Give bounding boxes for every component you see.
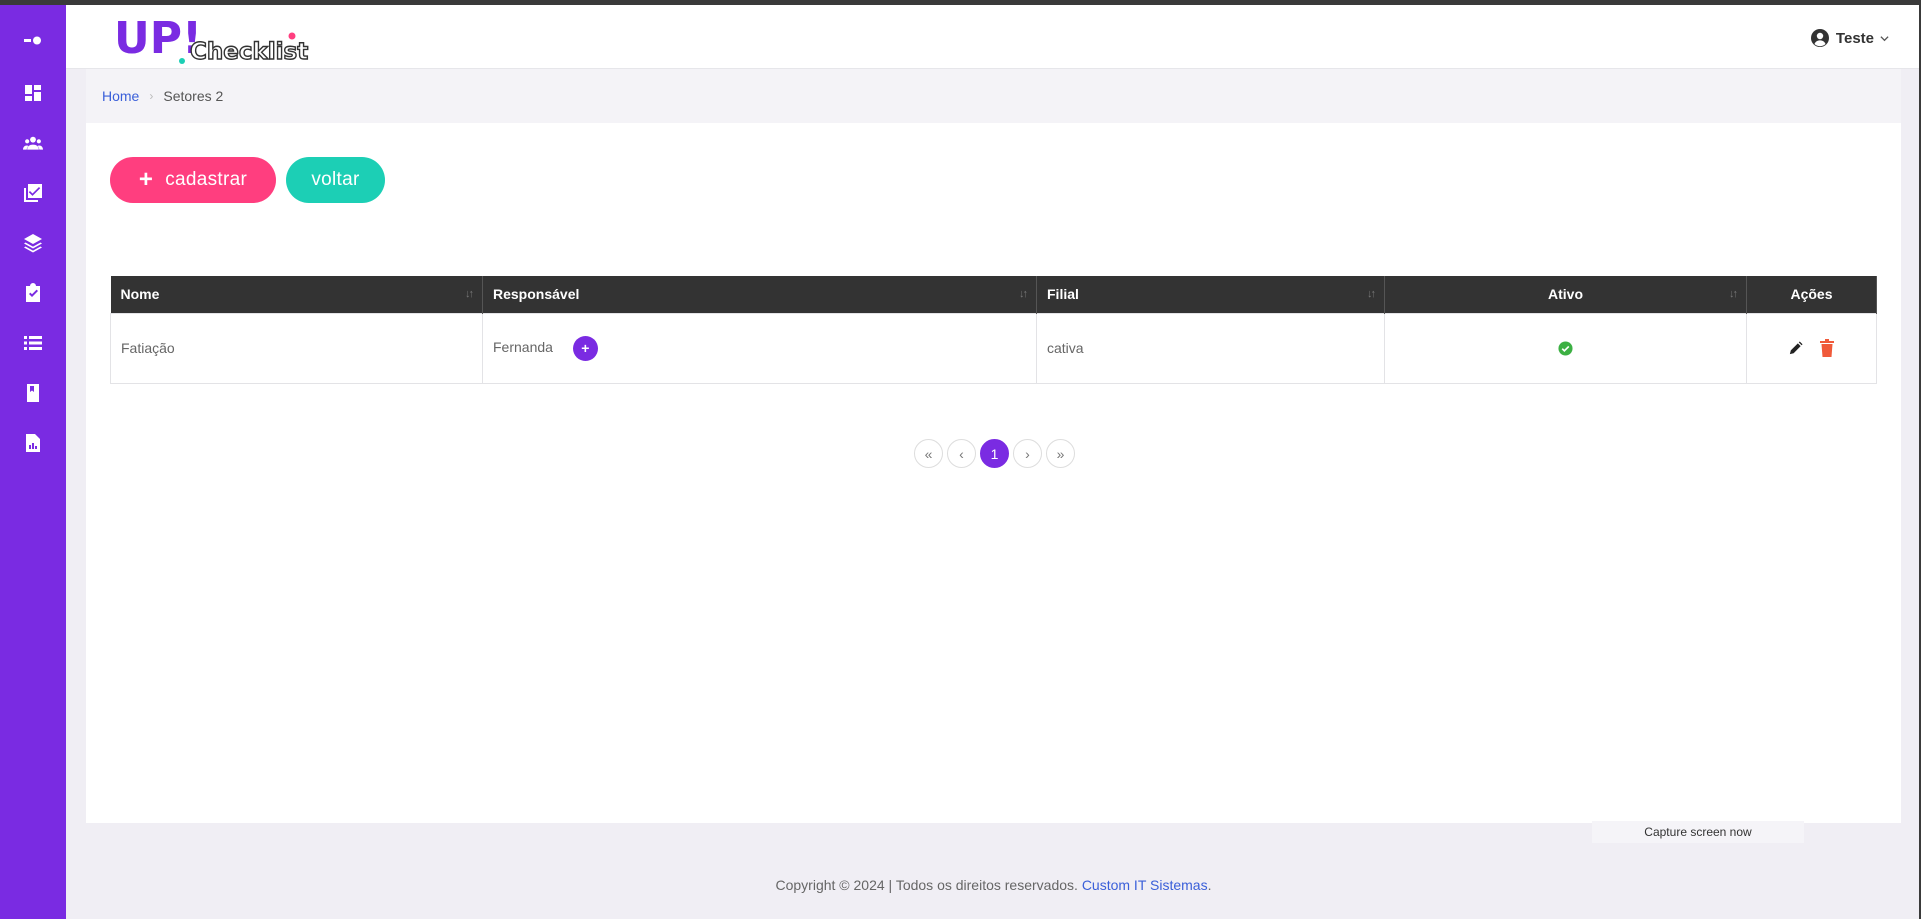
- sidebar-toggle-icon[interactable]: [20, 28, 46, 54]
- pencil-icon: [1789, 340, 1803, 354]
- book-icon[interactable]: [20, 380, 46, 406]
- page-first-button[interactable]: «: [914, 439, 943, 468]
- cell-acoes: [1746, 312, 1877, 384]
- user-menu[interactable]: Teste: [1810, 25, 1889, 51]
- voltar-label: voltar: [311, 169, 360, 190]
- content-panel: + cadastrar voltar Nome ↓↑ Responsável ↓↑ …: [86, 123, 1901, 823]
- cell-filial: cativa: [1036, 312, 1385, 384]
- column-label: Filial: [1047, 286, 1079, 303]
- user-avatar-icon: [1810, 29, 1829, 47]
- sort-icon: ↓↑: [1729, 288, 1738, 300]
- table-header-row: Nome ↓↑ Responsável ↓↑ Filial ↓↑ Ativo ↓↑ Aç…: [110, 276, 1877, 313]
- user-name: Teste: [1835, 29, 1874, 47]
- table-row: Fatiação Fernanda + cativa: [110, 312, 1877, 384]
- page-prev-button[interactable]: ‹: [947, 439, 976, 468]
- logo-dot-teal: [179, 58, 185, 64]
- footer-period: .: [1207, 877, 1212, 893]
- footer: Copyright © 2024 | Todos os direitos res…: [66, 877, 1921, 893]
- cell-nome: Fatiação: [110, 312, 483, 384]
- plus-icon: +: [138, 166, 154, 193]
- list-icon[interactable]: [20, 330, 46, 356]
- users-icon[interactable]: [20, 130, 46, 156]
- logo-subtitle: Checklist: [190, 39, 308, 65]
- column-label: Nome: [120, 286, 160, 303]
- column-header-filial[interactable]: Filial ↓↑: [1036, 276, 1385, 313]
- check-circle-icon: [1558, 341, 1573, 356]
- voltar-button[interactable]: voltar: [286, 157, 385, 203]
- logo-dot-pink: [288, 32, 296, 40]
- logo-text: UP!: [114, 13, 202, 64]
- breadcrumb-current: Setores 2: [163, 88, 224, 104]
- column-label: Ações: [1790, 286, 1833, 303]
- breadcrumb-home-link[interactable]: Home: [102, 88, 139, 104]
- trash-icon: [1820, 339, 1834, 357]
- top-header: UP! Checklist Teste: [66, 5, 1921, 69]
- edit-button[interactable]: [1788, 340, 1803, 356]
- checklist-icon[interactable]: [20, 180, 46, 206]
- footer-company-link[interactable]: Custom IT Sistemas: [1082, 877, 1208, 893]
- breadcrumb-separator-icon: ›: [149, 89, 154, 103]
- clipboard-check-icon[interactable]: [20, 280, 46, 306]
- sort-icon: ↓↑: [1019, 288, 1028, 300]
- layers-icon[interactable]: [20, 230, 46, 256]
- chevron-down-icon: [1880, 35, 1889, 41]
- capture-screen-button[interactable]: Capture screen now: [1592, 821, 1804, 843]
- page-1-button[interactable]: 1: [980, 439, 1009, 468]
- cadastrar-button[interactable]: + cadastrar: [110, 157, 276, 203]
- footer-copyright: Copyright © 2024 | Todos os direitos res…: [775, 877, 1082, 893]
- sort-icon: ↓↑: [465, 288, 474, 300]
- column-header-acoes: Ações: [1746, 276, 1877, 313]
- up-checklist-logo[interactable]: UP! Checklist: [114, 13, 354, 65]
- column-header-responsavel[interactable]: Responsável ↓↑: [482, 276, 1037, 313]
- setores-table: Nome ↓↑ Responsável ↓↑ Filial ↓↑ Ativo ↓↑ Aç…: [110, 276, 1877, 384]
- column-header-ativo[interactable]: Ativo ↓↑: [1384, 276, 1747, 313]
- cell-responsavel: Fernanda +: [482, 312, 1037, 384]
- cadastrar-label: cadastrar: [165, 169, 248, 190]
- column-header-nome[interactable]: Nome ↓↑: [110, 276, 483, 313]
- page-last-button[interactable]: »: [1046, 439, 1075, 468]
- delete-button[interactable]: [1819, 339, 1835, 357]
- pagination: « ‹ 1 › »: [914, 439, 1075, 468]
- column-label: Responsável: [493, 286, 580, 303]
- cell-ativo: [1384, 312, 1747, 384]
- report-icon[interactable]: [20, 430, 46, 456]
- dashboard-icon[interactable]: [20, 80, 46, 106]
- breadcrumb: Home › Setores 2: [86, 69, 1901, 123]
- page-next-button[interactable]: ›: [1013, 439, 1042, 468]
- sidebar: [0, 5, 66, 919]
- responsavel-name: Fernanda: [493, 338, 553, 355]
- column-label: Ativo: [1548, 286, 1583, 303]
- add-responsavel-button[interactable]: +: [572, 335, 598, 361]
- sort-icon: ↓↑: [1367, 288, 1376, 300]
